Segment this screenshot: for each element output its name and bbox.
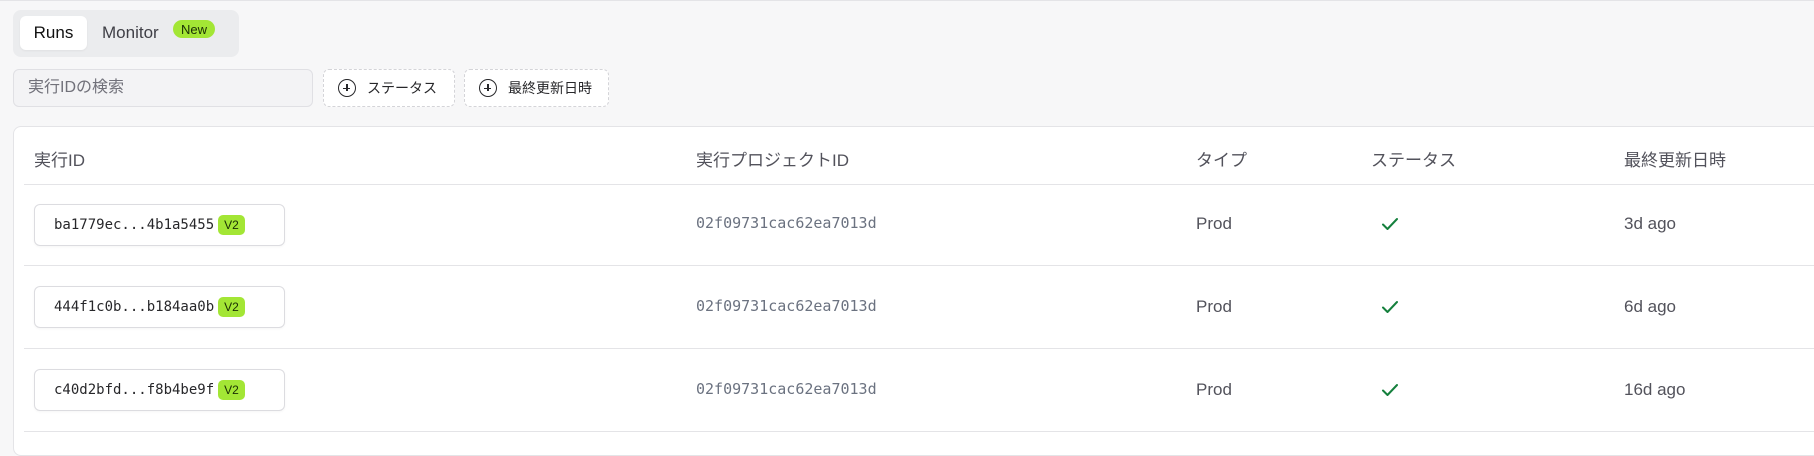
tab-monitor[interactable]: Monitor <box>102 16 159 50</box>
plus-circle-icon <box>479 79 497 97</box>
project-id: 02f09731cac62ea7013d <box>696 214 877 232</box>
header-divider <box>24 184 1814 185</box>
status-filter-button[interactable]: ステータス <box>323 69 455 107</box>
run-id-chip[interactable]: 444f1c0b...b184aa0b V2 <box>34 286 285 328</box>
run-id-chip[interactable]: ba1779ec...4b1a5455 V2 <box>34 204 285 246</box>
run-id-chip[interactable]: c40d2bfd...f8b4be9f V2 <box>34 369 285 411</box>
project-id: 02f09731cac62ea7013d <box>696 380 877 398</box>
version-badge: V2 <box>218 297 245 317</box>
version-badge: V2 <box>218 215 245 235</box>
row-divider <box>24 431 1814 432</box>
project-id: 02f09731cac62ea7013d <box>696 297 877 315</box>
version-badge: V2 <box>218 380 245 400</box>
row-divider <box>24 348 1814 349</box>
updated-filter-button[interactable]: 最終更新日時 <box>464 69 609 107</box>
run-type: Prod <box>1196 380 1232 399</box>
column-header-run-id[interactable]: 実行ID <box>34 146 85 171</box>
check-icon <box>1382 301 1398 313</box>
check-icon <box>1382 384 1398 396</box>
view-tabs: Runs Monitor New <box>13 10 239 57</box>
column-header-status[interactable]: ステータス <box>1371 146 1456 171</box>
run-id-text: c40d2bfd...f8b4be9f <box>54 382 215 398</box>
run-id-text: ba1779ec...4b1a5455 <box>54 217 215 233</box>
top-border <box>0 0 1814 1</box>
plus-circle-icon <box>338 79 356 97</box>
search-input[interactable] <box>13 69 313 107</box>
column-header-project-id[interactable]: 実行プロジェクトID <box>696 146 849 171</box>
column-header-type[interactable]: タイプ <box>1196 146 1247 171</box>
check-icon <box>1382 218 1398 230</box>
status-filter-label: ステータス <box>367 80 437 96</box>
column-header-updated[interactable]: 最終更新日時 <box>1624 146 1726 171</box>
run-id-text: 444f1c0b...b184aa0b <box>54 299 215 315</box>
updated-time: 16d ago <box>1624 380 1686 399</box>
run-type: Prod <box>1196 214 1232 233</box>
updated-filter-label: 最終更新日時 <box>508 80 592 96</box>
tab-runs[interactable]: Runs <box>20 16 87 50</box>
row-divider <box>24 265 1814 266</box>
updated-time: 6d ago <box>1624 297 1676 316</box>
updated-time: 3d ago <box>1624 214 1676 233</box>
run-type: Prod <box>1196 297 1232 316</box>
new-badge: New <box>173 20 216 38</box>
